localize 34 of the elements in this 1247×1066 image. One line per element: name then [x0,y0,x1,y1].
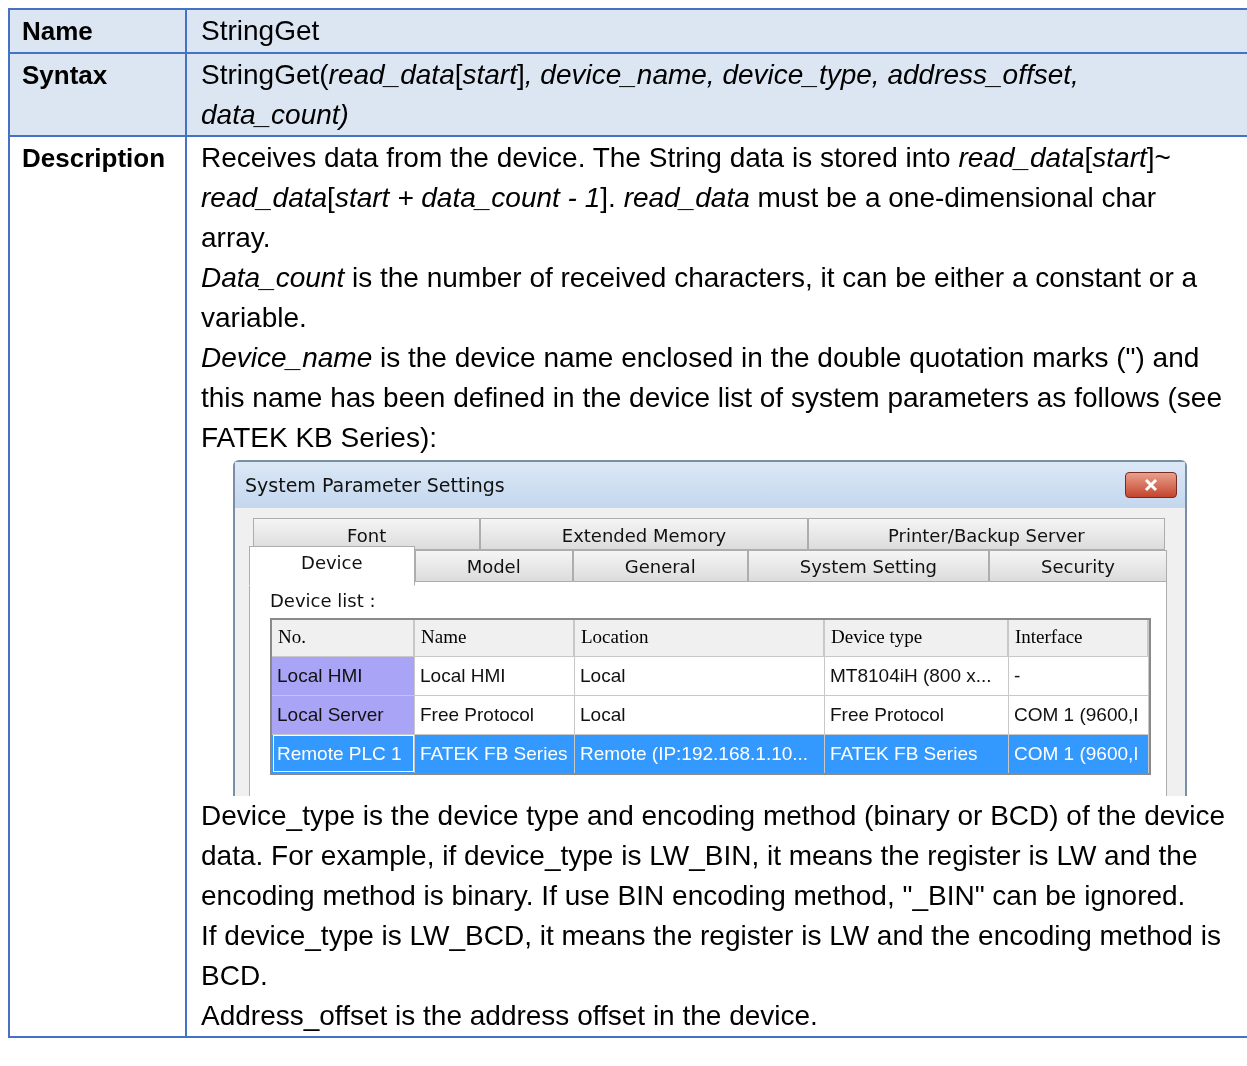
column-header: Interface [1009,620,1149,656]
paragraph: StringGet(read_data[start], device_name, device_type, address_offset, data_count) [201,58,1080,132]
paragraph: Device_type is the device type and encoding method (binary or BCD) of the device data. For example, if device_type is LW_BIN, it means the register is LW and the encoding method is binary. If use BIN encoding method, "_BIN" can be ignored. [201,799,1227,913]
table-cell[interactable]: MT8104iH (800 x... [825,656,1009,695]
tab[interactable]: General [572,550,748,582]
tab[interactable]: Model [414,550,573,582]
tab[interactable]: System Setting [747,550,990,582]
tab[interactable]: Font [253,518,481,550]
close-button[interactable] [1125,472,1177,498]
paragraph: Address_offset is the address offset in the device. [201,999,819,1033]
dialog-title: System Parameter Settings [245,473,505,498]
table-cell[interactable]: Local HMI [415,656,575,695]
tab[interactable]: Security [989,550,1167,582]
tab[interactable]: Device [249,546,415,586]
column-header: Location [575,620,825,656]
column-header: Name [415,620,575,656]
row-header: Syntax [10,54,187,135]
column-header: Device type [825,620,1009,656]
paragraph: Device_name is the device name enclosed in the double quotation marks (") and this name has been defined in the device list of system parameters as follows (see FATEK KB Series): [201,341,1223,455]
row-header-cell[interactable]: Local Server [272,695,415,734]
tab[interactable]: Printer/Backup Server [807,518,1165,550]
paragraph: If device_type is LW_BCD, it means the register is LW and the encoding method is BCD. [201,919,1222,993]
close-icon [1142,478,1160,492]
list-label: Device list : [270,590,377,612]
row-header-cell[interactable]: Local HMI [272,656,415,695]
paragraph: Receives data from the device. The String data is stored into read_data[start]~ read_data[start + data_count - 1]. read_data must be a one-dimensional char array. [201,141,1172,255]
paragraph: Data_count is the number of received characters, it can be either a constant or a variable. [201,261,1199,335]
paragraph: StringGet [201,14,321,48]
tab[interactable]: Extended Memory [480,518,808,550]
column-header: No. [272,620,415,656]
table-cell[interactable]: Local [575,656,825,695]
row-header: Description [10,137,187,1036]
row-header: Name [10,10,187,52]
table-cell[interactable]: - [1009,656,1149,695]
